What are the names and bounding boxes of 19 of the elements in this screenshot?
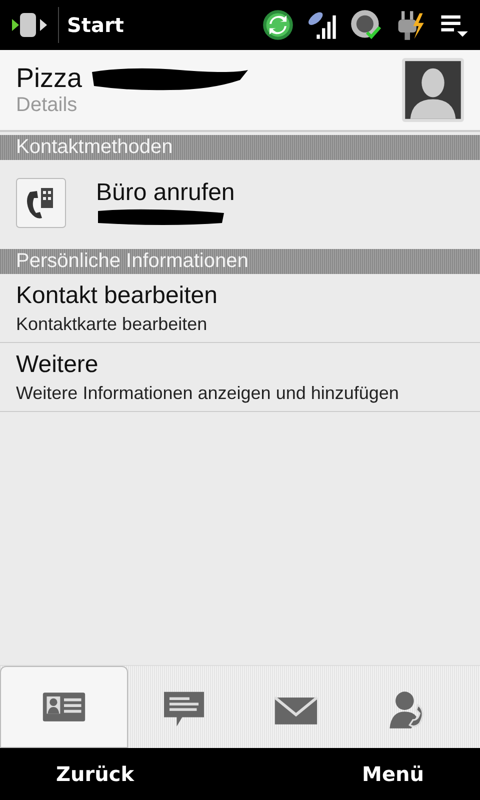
list-item[interactable]: Weitere Weitere Informationen anzeigen und hinzufügen — [0, 343, 480, 412]
sync-icon[interactable] — [262, 9, 294, 41]
item-subtitle: Kontaktkarte bearbeiten — [16, 314, 208, 335]
item-title: Kontakt bearbeiten — [16, 282, 218, 310]
section-header: Persönliche Informationen — [0, 249, 480, 274]
tab[interactable] — [0, 666, 128, 748]
signal-icon[interactable] — [306, 9, 338, 41]
avatar-icon[interactable] — [402, 58, 464, 122]
section-header: Kontaktmethoden — [0, 135, 480, 160]
office-phone-icon — [16, 178, 66, 228]
title-text: Start — [67, 13, 124, 37]
item-subtitle: Weitere Informationen anzeigen und hinzufügen — [16, 383, 400, 404]
contact-name: Pizza — [16, 63, 82, 94]
speaker-icon[interactable] — [350, 9, 382, 41]
item-title: Weitere — [16, 351, 100, 379]
details-label: Details — [16, 94, 78, 117]
call-item[interactable]: Büro anrufen — [0, 160, 480, 246]
list-item[interactable]: Kontakt bearbeiten Kontaktkarte bearbeiten — [0, 274, 480, 343]
call-label: Büro anrufen — [96, 179, 235, 207]
